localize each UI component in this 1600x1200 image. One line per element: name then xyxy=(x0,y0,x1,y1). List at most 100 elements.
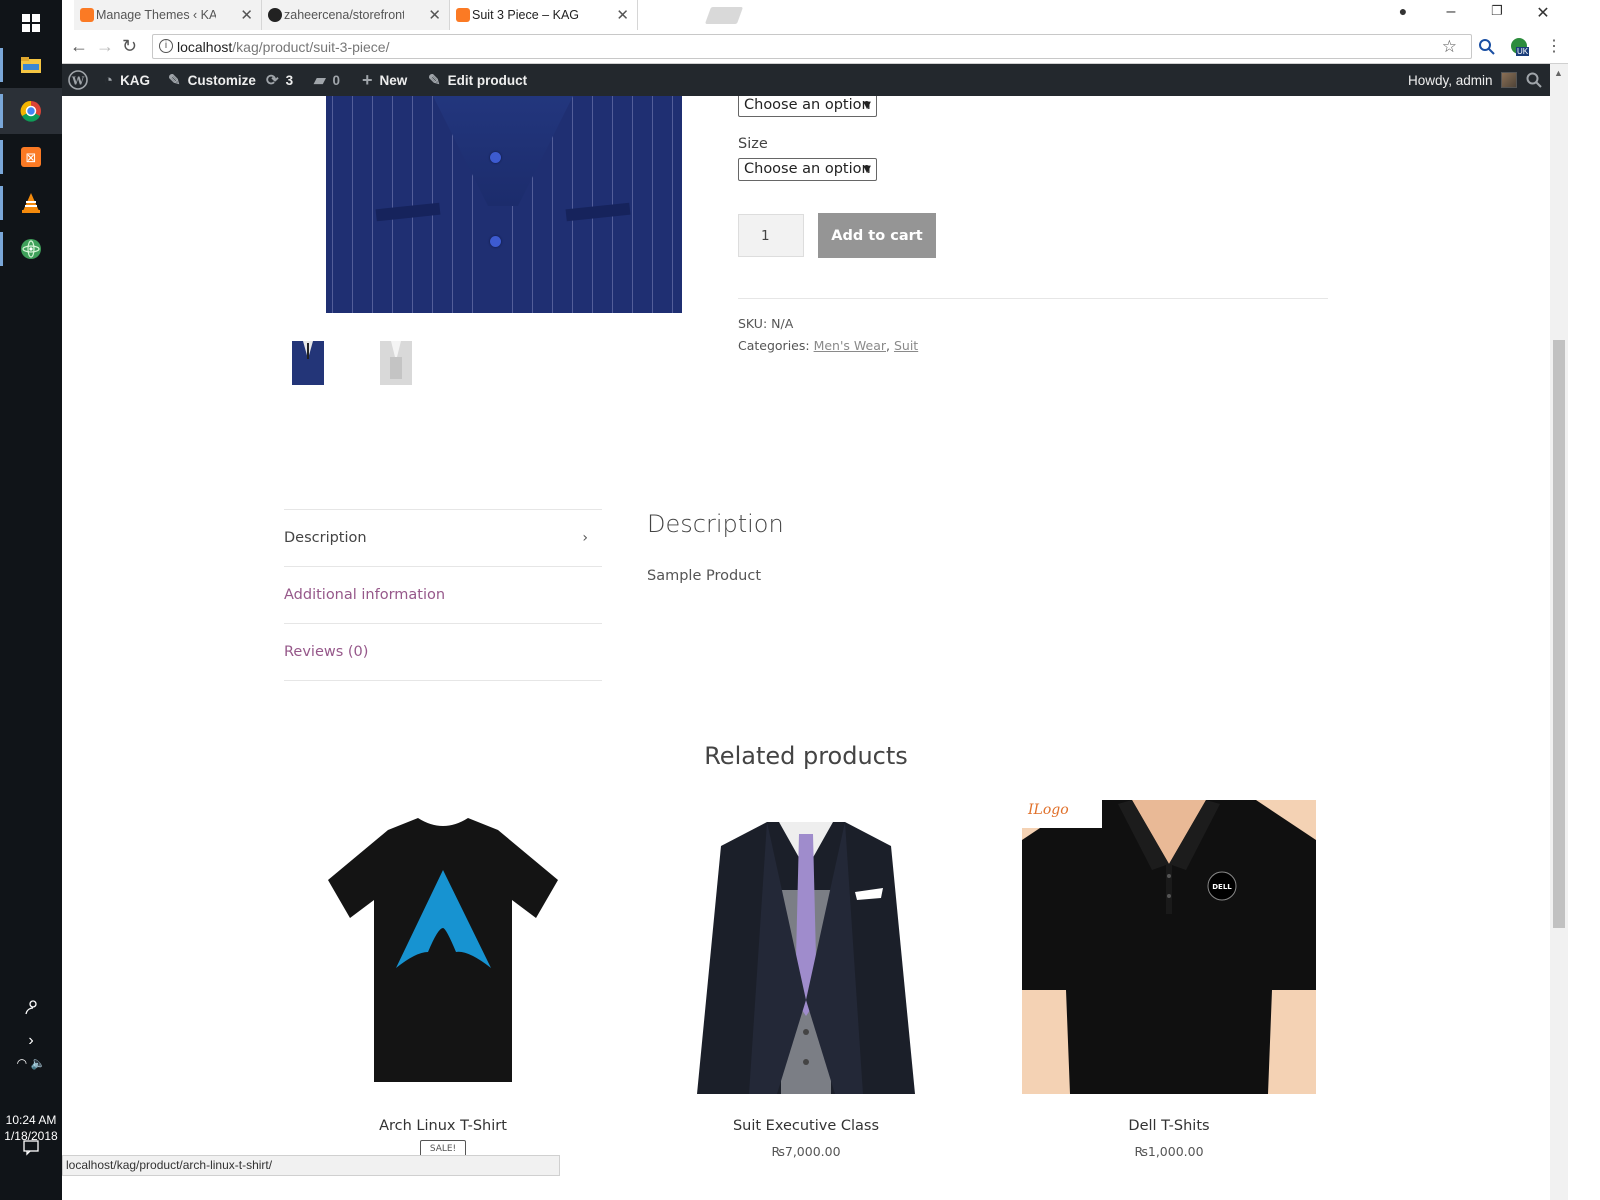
link-status-bar: localhost/kag/product/arch-linux-t-shirt… xyxy=(62,1155,560,1176)
page-scrollbar[interactable]: ▲ xyxy=(1550,64,1568,1200)
windows-logo-icon xyxy=(22,14,40,32)
add-to-cart-button[interactable]: Add to cart xyxy=(818,213,936,258)
new-content-link[interactable]: + New xyxy=(362,64,407,96)
product-price: ₨1,000.00 xyxy=(1134,1144,1204,1159)
svg-text:⊠: ⊠ xyxy=(26,151,37,166)
divider xyxy=(738,298,1328,299)
show-hidden-icons-chevron-icon[interactable]: › xyxy=(0,1032,62,1050)
browser-tab-strip: Manage Themes ‹ KAG — ✕ zaheercena/store… xyxy=(62,0,1600,30)
edit-product-label: Edit product xyxy=(447,72,528,88)
tab-close-icon[interactable]: ✕ xyxy=(428,6,441,24)
atom-taskbar-icon[interactable] xyxy=(0,226,62,272)
product-name[interactable]: Arch Linux T-Shirt xyxy=(296,1118,590,1134)
wifi-icon[interactable]: ◠ xyxy=(17,1056,27,1070)
site-name-label: KAG xyxy=(120,72,151,88)
category-link-suit[interactable]: Suit xyxy=(894,338,918,353)
new-label: New xyxy=(379,72,408,88)
reload-icon[interactable]: ↻ xyxy=(122,36,137,57)
tab-label: Additional information xyxy=(284,587,446,603)
svg-text:W: W xyxy=(71,75,85,88)
window-close-button[interactable]: ✕ xyxy=(1520,3,1566,23)
new-tab-button[interactable] xyxy=(704,7,744,24)
variation-select-1[interactable]: Choose an option ▼ xyxy=(738,96,877,117)
select-caret-icon: ▼ xyxy=(863,164,871,175)
clock-time: 10:24 AM xyxy=(5,1113,57,1127)
chrome-icon xyxy=(20,100,41,122)
tab-close-icon[interactable]: ✕ xyxy=(616,6,629,24)
folder-icon xyxy=(21,57,41,73)
related-product-dell-t-shits[interactable]: DELL ILogo Dell T-Shits ₨1,000.00 xyxy=(1022,800,1316,1159)
updates-link[interactable]: ⟳ 3 xyxy=(266,64,293,96)
related-product-arch-linux-t-shirt[interactable]: Arch Linux T-Shirt SALE! xyxy=(296,800,590,1158)
extension-uk-globe-icon[interactable]: UK xyxy=(1510,37,1530,56)
avatar xyxy=(1500,72,1517,88)
bookmark-star-icon[interactable]: ☆ xyxy=(1442,37,1457,57)
chrome-menu-icon[interactable]: ⋮ xyxy=(1546,36,1562,56)
wordpress-logo-icon[interactable]: W xyxy=(68,64,88,96)
scrollbar-thumb[interactable] xyxy=(1553,340,1565,928)
product-image[interactable]: DELL ILogo xyxy=(1022,800,1316,1094)
tab-description[interactable]: Description › xyxy=(284,509,602,566)
quantity-input[interactable]: 1 xyxy=(738,214,804,257)
product-name[interactable]: Suit Executive Class xyxy=(659,1118,953,1134)
search-icon[interactable] xyxy=(1526,64,1542,96)
start-button[interactable] xyxy=(0,0,62,46)
paintbrush-icon: ✎ xyxy=(168,72,181,89)
executive-suit-image xyxy=(659,800,953,1094)
select-caret-icon: ▼ xyxy=(863,100,871,111)
volume-icon[interactable]: 🔈 xyxy=(30,1056,45,1070)
vlc-taskbar-icon[interactable] xyxy=(0,180,62,226)
tab-additional-information[interactable]: Additional information xyxy=(284,566,602,623)
back-arrow-icon[interactable]: ← xyxy=(70,36,88,57)
scroll-up-arrow-icon[interactable]: ▲ xyxy=(1554,68,1563,78)
edit-product-link[interactable]: ✎ Edit product xyxy=(428,64,527,96)
category-link-mens-wear[interactable]: Men's Wear xyxy=(814,338,886,353)
forward-arrow-icon[interactable]: → xyxy=(96,36,114,57)
dell-polo-shirt-image: DELL ILogo xyxy=(1022,800,1316,1094)
size-select[interactable]: Choose an option ▼ xyxy=(738,158,877,181)
profile-icon[interactable]: ● xyxy=(1380,3,1426,19)
tab-close-icon[interactable]: ✕ xyxy=(240,6,253,24)
my-account-menu[interactable]: Howdy, admin xyxy=(1408,64,1517,96)
related-products-heading: Related products xyxy=(704,742,908,770)
file-explorer-taskbar-icon[interactable] xyxy=(0,42,62,88)
product-tabs: Description › Additional information Rev… xyxy=(284,509,602,681)
browser-toolbar: ← → ↻ i localhost/kag/product/suit-3-pie… xyxy=(62,30,1600,64)
info-icon[interactable]: i xyxy=(159,39,173,53)
pencil-icon: ✎ xyxy=(428,72,441,89)
product-main-image[interactable] xyxy=(318,96,690,313)
ilogo-text: ILogo xyxy=(1027,802,1069,818)
select-value: Choose an option xyxy=(744,97,871,113)
updates-refresh-icon: ⟳ xyxy=(266,72,279,89)
browser-tab-suit-3-piece[interactable]: Suit 3 Piece – KAG ✕ xyxy=(450,0,638,30)
xampp-icon: ⊠ xyxy=(21,147,41,167)
product-image[interactable] xyxy=(659,800,953,1094)
customize-link[interactable]: ✎ Customize xyxy=(168,64,256,96)
extension-magnifier-icon[interactable] xyxy=(1478,37,1496,55)
network-volume-icons[interactable]: ◠ 🔈 xyxy=(0,1056,62,1070)
xampp-favicon-icon xyxy=(80,8,94,22)
product-image[interactable] xyxy=(296,800,590,1094)
comments-link[interactable]: ▰ 0 xyxy=(314,64,340,96)
xampp-taskbar-icon[interactable]: ⊠ xyxy=(0,134,62,180)
people-icon[interactable] xyxy=(0,998,62,1019)
url-host: localhost xyxy=(177,38,233,55)
github-favicon-icon xyxy=(268,8,282,22)
address-bar[interactable]: i localhost/kag/product/suit-3-piece/ ☆ xyxy=(152,34,1472,59)
howdy-label: Howdy, admin xyxy=(1408,72,1493,88)
product-thumbnail-white-suit[interactable] xyxy=(376,339,416,385)
minimize-button[interactable]: – xyxy=(1428,3,1474,21)
browser-tab-github[interactable]: zaheercena/storefront: C ✕ xyxy=(262,0,450,30)
browser-tab-manage-themes[interactable]: Manage Themes ‹ KAG — ✕ xyxy=(74,0,262,30)
action-center-icon[interactable] xyxy=(0,1138,62,1159)
restore-button[interactable]: ❐ xyxy=(1474,3,1520,19)
product-thumbnail-navy-suit[interactable] xyxy=(288,339,328,385)
tab-label: Description xyxy=(284,530,367,546)
chrome-taskbar-icon[interactable] xyxy=(0,88,62,134)
atom-icon xyxy=(21,239,41,259)
tab-title: zaheercena/storefront: C xyxy=(284,8,404,22)
product-name[interactable]: Dell T-Shits xyxy=(1022,1118,1316,1134)
site-name-link[interactable]: ◔ KAG xyxy=(104,64,150,96)
related-product-suit-executive-class[interactable]: Suit Executive Class ₨7,000.00 xyxy=(659,800,953,1159)
tab-reviews[interactable]: Reviews (0) xyxy=(284,623,602,680)
